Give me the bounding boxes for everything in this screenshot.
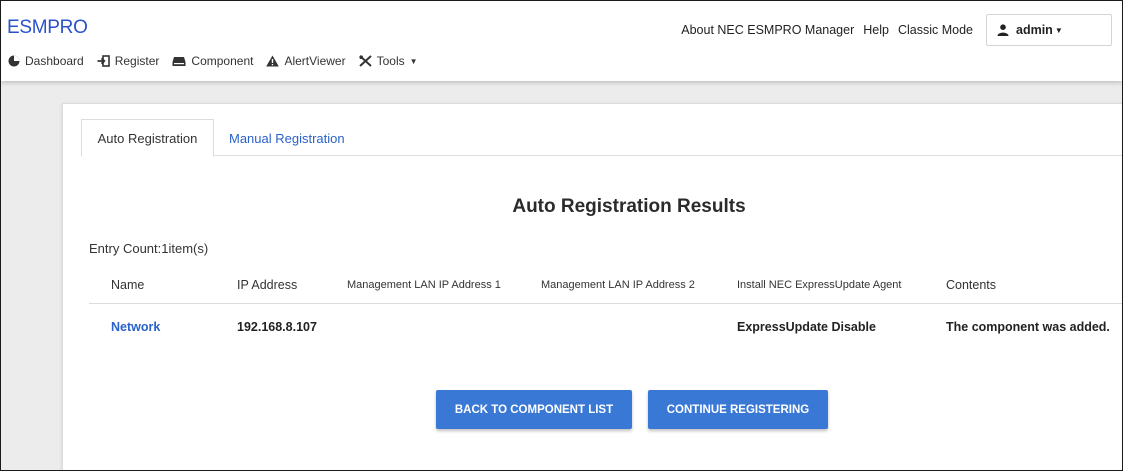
- continue-registering-button[interactable]: CONTINUE REGISTERING: [648, 390, 828, 429]
- nav-alertviewer[interactable]: AlertViewer: [266, 54, 346, 68]
- brand-logo[interactable]: ESMPRO: [7, 17, 88, 39]
- nav-component-label: Component: [191, 54, 254, 68]
- about-link[interactable]: About NEC ESMPRO Manager: [681, 23, 854, 37]
- alert-icon: [266, 55, 280, 67]
- user-name: admin: [1016, 23, 1053, 37]
- nav-register[interactable]: Register: [97, 54, 160, 68]
- nav-dashboard-label: Dashboard: [25, 54, 84, 68]
- entry-count: Entry Count:1item(s): [89, 241, 209, 256]
- app-window: ESMPRO About NEC ESMPRO Manager Help Cla…: [0, 0, 1123, 471]
- nav-tools-label: Tools: [376, 54, 405, 68]
- nav-tools[interactable]: Tools ▼: [358, 54, 418, 68]
- classic-mode-link[interactable]: Classic Mode: [898, 23, 973, 37]
- tools-icon: [358, 55, 372, 67]
- user-menu-button[interactable]: admin ▼: [986, 14, 1112, 46]
- column-ip-address: IP Address: [237, 278, 298, 292]
- chevron-down-icon: ▼: [409, 56, 418, 66]
- top-links: About NEC ESMPRO Manager Help Classic Mo…: [681, 14, 1112, 46]
- column-name: Name: [111, 278, 145, 292]
- table-row: Network 192.168.8.107 ExpressUpdate Disa…: [89, 304, 1122, 350]
- column-install-agent: Install NEC ExpressUpdate Agent: [737, 279, 902, 291]
- row-contents: The component was added.: [946, 320, 1110, 334]
- dashboard-icon: [8, 55, 20, 67]
- register-icon: [97, 55, 110, 67]
- user-icon: [997, 24, 1009, 36]
- help-link[interactable]: Help: [863, 23, 889, 37]
- row-install-agent: ExpressUpdate Disable: [737, 320, 876, 334]
- column-mgmt-lan-2: Management LAN IP Address 2: [541, 279, 695, 291]
- column-contents: Contents: [946, 278, 997, 292]
- tab-manual-registration[interactable]: Manual Registration: [229, 119, 345, 157]
- column-mgmt-lan-1: Management LAN IP Address 1: [347, 279, 501, 291]
- chevron-down-icon: ▼: [1054, 25, 1063, 35]
- nav-dashboard[interactable]: Dashboard: [8, 54, 84, 68]
- results-table-header: Name IP Address Management LAN IP Addres…: [89, 267, 1122, 304]
- component-icon: [172, 56, 186, 66]
- tab-bar: Auto Registration Manual Registration: [81, 119, 1122, 157]
- tab-auto-registration[interactable]: Auto Registration: [81, 119, 214, 157]
- results-title: Auto Registration Results: [512, 196, 746, 217]
- row-name-link[interactable]: Network: [111, 304, 160, 350]
- nav-component[interactable]: Component: [172, 54, 253, 68]
- nav-register-label: Register: [114, 54, 160, 68]
- back-to-component-list-button[interactable]: BACK TO COMPONENT LIST: [436, 390, 632, 429]
- row-ip-address: 192.168.8.107: [237, 320, 317, 334]
- header: ESMPRO About NEC ESMPRO Manager Help Cla…: [1, 1, 1122, 81]
- main-nav: Dashboard Register Component AlertViewer…: [8, 54, 431, 68]
- nav-alertviewer-label: AlertViewer: [284, 54, 346, 68]
